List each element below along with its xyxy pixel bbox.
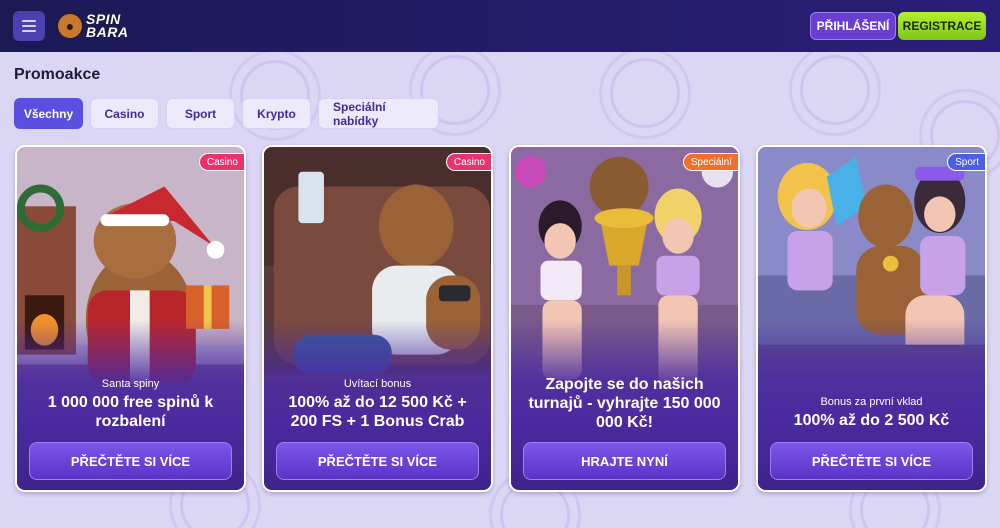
menu-icon-bar xyxy=(22,25,36,27)
category-badge: Sport xyxy=(947,153,985,171)
top-header: ● SPIN BARA PŘIHLÁŠENÍ REGISTRACE xyxy=(0,0,1000,52)
site-logo[interactable]: ● SPIN BARA xyxy=(56,8,138,44)
promo-card[interactable]: Casino Uvítací bonus 100% až do 12 500 K… xyxy=(262,145,493,492)
category-badge: Casino xyxy=(445,153,491,171)
tab-all[interactable]: Všechny xyxy=(14,98,83,129)
read-more-button[interactable]: PŘEČTĚTE SI VÍCE xyxy=(770,442,973,480)
read-more-button[interactable]: PŘEČTĚTE SI VÍCE xyxy=(276,442,479,480)
card-title: 1 000 000 free spinů k rozbalení xyxy=(47,394,214,430)
promo-card[interactable]: Speciální Zapojte se do našich turnajů -… xyxy=(509,145,740,492)
card-subtitle: Uvítací bonus xyxy=(343,378,412,390)
tab-special-offers[interactable]: Speciální nabídky xyxy=(318,98,439,129)
card-title: 100% až do 2 500 Kč xyxy=(793,412,950,429)
menu-icon-bar xyxy=(22,20,36,22)
play-now-button[interactable]: HRAJTE NYNÍ xyxy=(523,442,726,480)
category-badge: Speciální xyxy=(682,153,738,171)
capybara-logo-icon: ● xyxy=(56,12,84,40)
tab-sport[interactable]: Sport xyxy=(166,98,235,129)
menu-button[interactable] xyxy=(13,11,45,41)
logo-text: SPIN BARA xyxy=(86,11,129,40)
card-subtitle: Santa spiny xyxy=(101,378,160,390)
register-button[interactable]: REGISTRACE xyxy=(898,12,986,40)
promo-card[interactable]: Casino Santa spiny 1 000 000 free spinů … xyxy=(15,145,246,492)
promo-cards: Casino Santa spiny 1 000 000 free spinů … xyxy=(15,145,987,492)
tab-crypto[interactable]: Krypto xyxy=(242,98,311,129)
page-title: Promoakce xyxy=(14,66,101,83)
category-badge: Casino xyxy=(198,153,244,171)
read-more-button[interactable]: PŘEČTĚTE SI VÍCE xyxy=(29,442,232,480)
login-button[interactable]: PŘIHLÁŠENÍ xyxy=(810,12,896,40)
card-title: 100% až do 12 500 Kč + 200 FS + 1 Bonus … xyxy=(288,394,467,430)
promo-filter-tabs: Všechny Casino Sport Krypto Speciální na… xyxy=(14,98,439,129)
card-title: Zapojte se do našich turnajů - vyhrajte … xyxy=(528,376,721,431)
tab-casino[interactable]: Casino xyxy=(90,98,159,129)
promo-card[interactable]: Sport Bonus za první vklad 100% až do 2 … xyxy=(756,145,987,492)
card-subtitle: Bonus za první vklad xyxy=(820,396,923,408)
menu-icon-bar xyxy=(22,30,36,32)
